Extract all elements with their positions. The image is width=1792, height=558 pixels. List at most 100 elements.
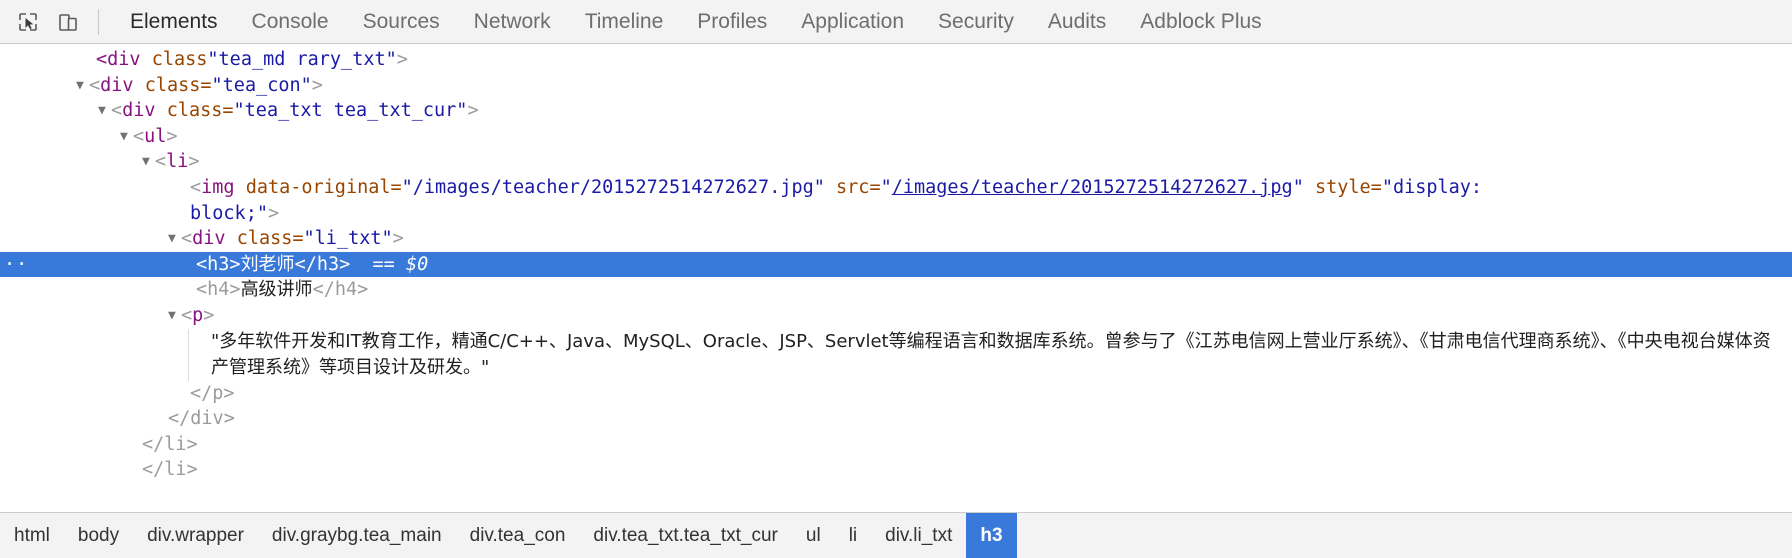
dom-node-img[interactable]: <img data-original="/images/teacher/2015… [0,175,1792,226]
div-close-tag: </div> [168,408,235,430]
attr-name: class= [166,100,234,122]
h4-open-tag: <h4> [196,279,241,301]
src-quote-open: " [880,176,892,198]
attr-value: "tea_txt tea_txt_cur" [233,100,468,122]
attr-name: class= [144,74,212,96]
tag-name: div [100,74,134,96]
tag-name: div [192,228,226,250]
dom-node-tea-con[interactable]: ▼ <div class="tea_con"> [0,73,1792,99]
dom-node-clipped-bottom[interactable]: </li> [0,457,1792,483]
breadcrumb: html body div.wrapper div.graybg.tea_mai… [0,512,1792,558]
tab-timeline[interactable]: Timeline [568,0,681,44]
attr-data-original-value: "/images/teacher/2015272514272627.jpg" [401,176,825,198]
tab-console[interactable]: Console [235,0,346,44]
p-text-content: "多年软件开发和IT教育工作，精通C/C++、Java、MySQL、Oracle… [211,330,1771,378]
dom-node-p-close[interactable]: </p> [0,381,1792,407]
clipped-tag: <div [96,49,141,70]
gt-bracket: > [311,74,323,96]
breadcrumb-item-wrapper[interactable]: div.wrapper [133,513,258,558]
breadcrumb-item-tea-con[interactable]: div.tea_con [456,513,580,558]
tag-name: img [201,176,235,198]
gt-bracket: > [467,100,479,122]
tag-name: div [122,100,156,122]
lt-bracket: < [181,304,193,326]
dom-node-h4[interactable]: <h4>高级讲师</h4> [0,277,1792,303]
h3-open-tag: <h3> [196,253,241,275]
clipped-attr: class [151,49,208,70]
attr-value: "li_txt" [303,228,393,250]
lt-bracket: < [89,74,101,96]
device-toolbar-icon[interactable] [48,2,88,42]
clipped-bracket: > [396,49,408,70]
attr-style-value-1: "display: [1381,176,1483,198]
dom-node-li-txt[interactable]: ▼ <div class="li_txt"> [0,226,1792,252]
tag-name: p [192,304,204,326]
breadcrumb-item-html[interactable]: html [0,513,64,558]
disclosure-triangle-icon[interactable]: ▼ [76,73,89,99]
li-close-tag: </li> [142,433,198,455]
dom-node-tea-txt[interactable]: ▼ <div class="tea_txt tea_txt_cur"> [0,98,1792,124]
breadcrumb-item-ul[interactable]: ul [792,513,835,558]
gt-bracket: > [267,202,280,224]
h3-close-tag: </h3> [294,253,351,275]
lt-bracket: < [181,228,193,250]
disclosure-triangle-icon[interactable]: ▼ [98,98,111,124]
tab-elements[interactable]: Elements [113,0,235,44]
gt-bracket: > [203,304,215,326]
inspect-cursor-icon[interactable] [8,2,48,42]
gt-bracket: > [392,228,404,250]
tab-sources[interactable]: Sources [346,0,457,44]
attr-value: "tea_con" [211,74,312,96]
gt-bracket: > [166,125,178,147]
dom-node-p-open[interactable]: ▼ <p> [0,303,1792,329]
gt-bracket: > [188,151,200,173]
src-link[interactable]: /images/teacher/2015272514272627.jpg [892,177,1293,198]
p-close-tag: </p> [190,382,235,404]
attr-style: style= [1314,176,1382,198]
tab-adblock-plus[interactable]: Adblock Plus [1123,0,1278,44]
lt-bracket: < [190,176,202,198]
dom-node-clipped-top[interactable]: <div class"tea_md rary_txt"> [0,47,1792,73]
clipped-bottom-tag: </li> [142,459,198,481]
disclosure-triangle-icon[interactable]: ▼ [142,149,155,175]
attr-name: class= [236,228,304,250]
selected-node-marker: == $0 [372,253,429,275]
h3-text: 刘老师 [240,253,295,275]
selected-row-ellipsis: ·· [4,253,29,275]
dom-node-ul[interactable]: ▼ <ul> [0,124,1792,150]
dom-node-li-close[interactable]: </li> [0,432,1792,458]
dom-tree-panel[interactable]: <div class"tea_md rary_txt"> ▼ <div class… [0,45,1792,511]
tab-network[interactable]: Network [457,0,568,44]
tag-name: ul [144,125,167,147]
attr-src: src= [836,176,881,198]
tab-profiles[interactable]: Profiles [680,0,784,44]
breadcrumb-item-body[interactable]: body [64,513,133,558]
tag-name: li [166,151,189,173]
attr-data-original: data-original= [245,176,402,198]
toolbar-divider [98,8,99,35]
tab-security[interactable]: Security [921,0,1031,44]
dom-node-h3-selected[interactable]: ·· <h3>刘老师</h3> == $0 [0,251,1792,278]
lt-bracket: < [133,125,145,147]
tab-application[interactable]: Application [784,0,921,44]
h4-close-tag: </h4> [312,279,369,301]
dom-node-li[interactable]: ▼ <li> [0,149,1792,175]
lt-bracket: < [155,151,167,173]
disclosure-triangle-icon[interactable]: ▼ [168,303,181,329]
h4-text: 高级讲师 [240,279,313,301]
disclosure-triangle-icon[interactable]: ▼ [120,124,133,150]
breadcrumb-item-li[interactable]: li [835,513,871,558]
breadcrumb-item-tea-txt[interactable]: div.tea_txt.tea_txt_cur [579,513,791,558]
clipped-value: "tea_md rary_txt" [207,49,397,70]
panel-tabs: Elements Console Sources Network Timelin… [113,0,1279,44]
tab-audits[interactable]: Audits [1031,0,1123,44]
breadcrumb-item-li-txt[interactable]: div.li_txt [871,513,966,558]
devtools-toolbar: Elements Console Sources Network Timelin… [0,0,1792,44]
disclosure-triangle-icon[interactable]: ▼ [168,226,181,252]
lt-bracket: < [111,100,123,122]
dom-node-div-close[interactable]: </div> [0,406,1792,432]
breadcrumb-item-tea-main[interactable]: div.graybg.tea_main [258,513,456,558]
src-quote-close: " [1292,176,1304,198]
dom-node-p-text[interactable]: "多年软件开发和IT教育工作，精通C/C++、Java、MySQL、Oracle… [188,328,1792,381]
breadcrumb-item-h3[interactable]: h3 [966,513,1017,558]
